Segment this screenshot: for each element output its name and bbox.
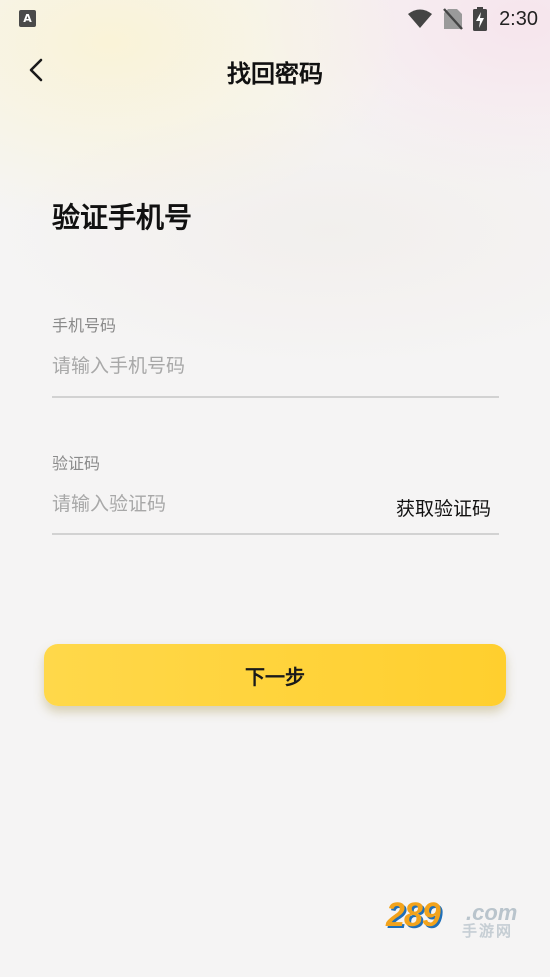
watermark-number: 289 bbox=[386, 896, 441, 934]
header: 找回密码 bbox=[0, 44, 550, 96]
code-label: 验证码 bbox=[52, 454, 101, 473]
code-underline bbox=[52, 533, 499, 535]
page-title: 找回密码 bbox=[227, 60, 323, 88]
code-input[interactable] bbox=[52, 486, 352, 522]
get-code-button[interactable]: 获取验证码 bbox=[396, 494, 491, 521]
phone-underline bbox=[52, 396, 499, 398]
phone-input[interactable] bbox=[52, 348, 382, 384]
no-sim-icon bbox=[443, 8, 463, 30]
site-watermark-logo: 289 .com 手游网 bbox=[386, 894, 536, 944]
status-bar-right: 2:30 bbox=[407, 6, 538, 32]
watermark-subtitle: 手游网 bbox=[462, 922, 514, 940]
phone-label: 手机号码 bbox=[52, 316, 117, 335]
status-time: 2:30 bbox=[499, 7, 538, 30]
battery-charging-icon bbox=[473, 7, 488, 31]
wifi-icon bbox=[408, 9, 433, 28]
section-heading: 验证手机号 bbox=[52, 201, 193, 234]
app-notification-icon: A bbox=[19, 10, 36, 27]
next-step-button[interactable]: 下一步 bbox=[44, 644, 506, 706]
status-bar: A 2:30 bbox=[0, 0, 550, 38]
